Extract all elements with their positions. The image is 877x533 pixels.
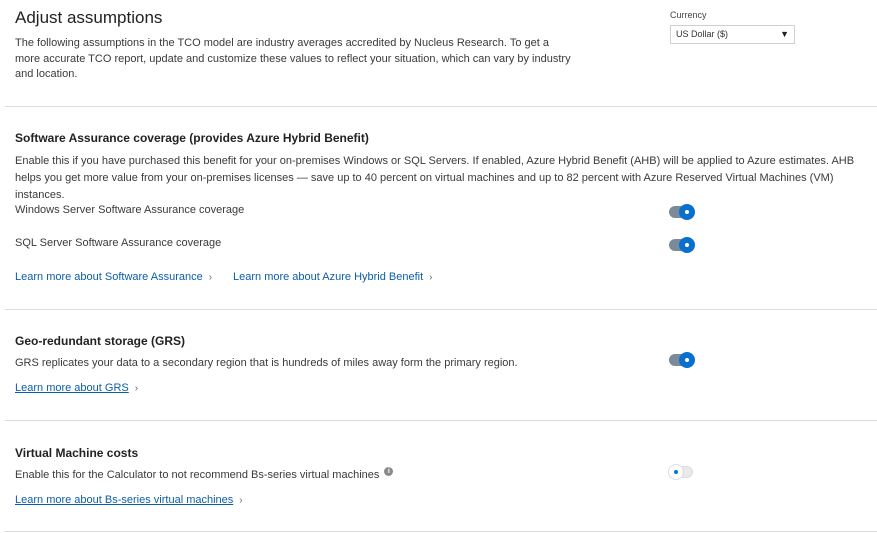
currency-label: Currency <box>670 10 707 20</box>
toggle-knob <box>669 465 683 479</box>
grs-section: Geo-redundant storage (GRS) GRS replicat… <box>15 334 875 372</box>
software-assurance-title: Software Assurance coverage (provides Az… <box>15 131 369 145</box>
grs-title: Geo-redundant storage (GRS) <box>15 334 186 348</box>
toggle-knob <box>679 204 695 220</box>
header: Adjust assumptions The following assumpt… <box>15 8 575 83</box>
software-assurance-description: Enable this if you have purchased this b… <box>15 155 855 201</box>
windows-sa-toggle[interactable] <box>669 204 695 220</box>
windows-sa-label: Windows Server Software Assurance covera… <box>15 204 245 216</box>
intro-text: The following assumptions in the TCO mod… <box>15 37 571 80</box>
learn-more-bs-series-link[interactable]: Learn more about Bs-series virtual machi… <box>15 493 243 508</box>
page-title: Adjust assumptions <box>15 8 163 27</box>
divider <box>5 309 877 310</box>
chevron-right-icon: › <box>239 495 243 506</box>
grs-description: GRS replicates your data to a secondary … <box>15 357 518 369</box>
caret-down-icon: ▼ <box>780 29 789 39</box>
vm-costs-section: Virtual Machine costs Enable this for th… <box>15 446 875 484</box>
learn-more-software-assurance-link[interactable]: Learn more about Software Assurance › <box>15 270 212 285</box>
divider <box>5 420 877 421</box>
chevron-right-icon: › <box>429 272 433 283</box>
sql-sa-toggle[interactable] <box>669 237 695 253</box>
vm-costs-description: Enable this for the Calculator to not re… <box>15 469 380 481</box>
chevron-right-icon: › <box>134 383 139 394</box>
vm-costs-toggle[interactable] <box>669 465 693 479</box>
divider <box>5 531 877 532</box>
software-assurance-section: Software Assurance coverage (provides Az… <box>15 131 875 204</box>
currency-field: Currency US Dollar ($) ▼ <box>670 9 795 44</box>
toggle-knob <box>679 237 695 253</box>
sql-sa-label: SQL Server Software Assurance coverage <box>15 237 222 249</box>
info-icon[interactable]: i <box>384 467 394 476</box>
vm-costs-description-row: Enable this for the Calculator to not re… <box>15 467 875 484</box>
chevron-right-icon: › <box>208 272 213 283</box>
currency-value: US Dollar ($) <box>676 29 729 39</box>
learn-more-hybrid-benefit-link[interactable]: Learn more about Azure Hybrid Benefit › <box>233 270 433 285</box>
vm-costs-title: Virtual Machine costs <box>15 446 139 460</box>
divider <box>5 106 877 107</box>
grs-toggle[interactable] <box>669 352 695 368</box>
toggle-knob <box>679 352 695 368</box>
currency-select[interactable]: US Dollar ($) ▼ <box>670 25 795 44</box>
learn-more-grs-link[interactable]: Learn more about GRS › <box>15 381 138 396</box>
